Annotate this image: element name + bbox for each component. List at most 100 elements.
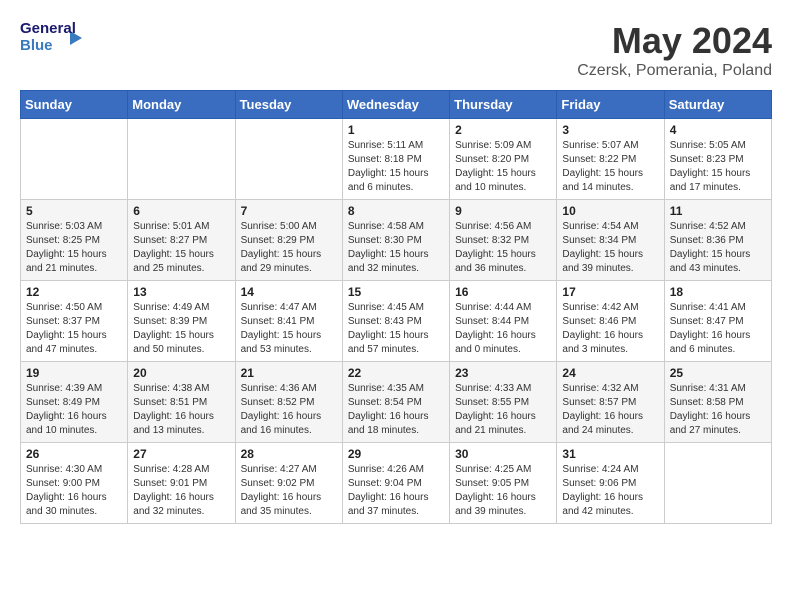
day-info: Sunrise: 4:50 AM Sunset: 8:37 PM Dayligh…	[26, 301, 122, 357]
day-info: Sunrise: 5:03 AM Sunset: 8:25 PM Dayligh…	[26, 220, 122, 276]
day-number: 27	[133, 447, 229, 461]
day-info: Sunrise: 5:07 AM Sunset: 8:22 PM Dayligh…	[562, 139, 658, 195]
day-info: Sunrise: 4:31 AM Sunset: 8:58 PM Dayligh…	[670, 382, 766, 438]
day-cell: 2 Sunrise: 5:09 AM Sunset: 8:20 PM Daylig…	[450, 119, 557, 200]
day-info: Sunrise: 4:35 AM Sunset: 8:54 PM Dayligh…	[348, 382, 444, 438]
day-number: 7	[241, 204, 337, 218]
day-number: 18	[670, 285, 766, 299]
day-number: 15	[348, 285, 444, 299]
day-number: 13	[133, 285, 229, 299]
day-number: 30	[455, 447, 551, 461]
day-cell: 5Sunrise: 5:03 AM Sunset: 8:25 PM Daylig…	[21, 200, 128, 281]
day-cell: 9 Sunrise: 4:56 AM Sunset: 8:32 PM Daylig…	[450, 200, 557, 281]
day-info: Sunrise: 5:01 AM Sunset: 8:27 PM Dayligh…	[133, 220, 229, 276]
day-cell: 10 Sunrise: 4:54 AM Sunset: 8:34 PM Dayli…	[557, 200, 664, 281]
day-number: 20	[133, 366, 229, 380]
day-info: Sunrise: 4:45 AM Sunset: 8:43 PM Dayligh…	[348, 301, 444, 357]
day-cell: 6 Sunrise: 5:01 AM Sunset: 8:27 PM Daylig…	[128, 200, 235, 281]
day-number: 6	[133, 204, 229, 218]
day-cell: 29 Sunrise: 4:26 AM Sunset: 9:04 PM Dayli…	[342, 443, 449, 524]
day-info: Sunrise: 4:27 AM Sunset: 9:02 PM Dayligh…	[241, 463, 337, 519]
day-number: 14	[241, 285, 337, 299]
day-info: Sunrise: 4:33 AM Sunset: 8:55 PM Dayligh…	[455, 382, 551, 438]
day-number: 1	[348, 123, 444, 137]
logo: General Blue	[20, 20, 84, 56]
day-header-saturday: Saturday	[664, 91, 771, 119]
day-info: Sunrise: 4:39 AM Sunset: 8:49 PM Dayligh…	[26, 382, 122, 438]
day-cell: 28 Sunrise: 4:27 AM Sunset: 9:02 PM Dayli…	[235, 443, 342, 524]
day-cell: 23 Sunrise: 4:33 AM Sunset: 8:55 PM Dayli…	[450, 362, 557, 443]
day-cell: 24Sunrise: 4:32 AM Sunset: 8:57 PM Dayli…	[557, 362, 664, 443]
day-info: Sunrise: 4:44 AM Sunset: 8:44 PM Dayligh…	[455, 301, 551, 357]
day-cell: 15 Sunrise: 4:45 AM Sunset: 8:43 PM Dayli…	[342, 281, 449, 362]
day-number: 11	[670, 204, 766, 218]
day-cell: 19 Sunrise: 4:39 AM Sunset: 8:49 PM Dayli…	[21, 362, 128, 443]
day-cell: 3 Sunrise: 5:07 AM Sunset: 8:22 PM Daylig…	[557, 119, 664, 200]
day-info: Sunrise: 4:52 AM Sunset: 8:36 PM Dayligh…	[670, 220, 766, 276]
day-number: 12	[26, 285, 122, 299]
day-cell: 17 Sunrise: 4:42 AM Sunset: 8:46 PM Dayli…	[557, 281, 664, 362]
day-cell: 7 Sunrise: 5:00 AM Sunset: 8:29 PM Daylig…	[235, 200, 342, 281]
day-info: Sunrise: 4:26 AM Sunset: 9:04 PM Dayligh…	[348, 463, 444, 519]
day-cell: 26 Sunrise: 4:30 AM Sunset: 9:00 PM Dayli…	[21, 443, 128, 524]
header: General Blue May 2024 Czersk, Pomerania,…	[20, 20, 772, 80]
day-header-monday: Monday	[128, 91, 235, 119]
day-cell: 18Sunrise: 4:41 AM Sunset: 8:47 PM Dayli…	[664, 281, 771, 362]
day-number: 8	[348, 204, 444, 218]
day-number: 9	[455, 204, 551, 218]
day-cell: 27 Sunrise: 4:28 AM Sunset: 9:01 PM Dayli…	[128, 443, 235, 524]
logo-text-blue: Blue	[20, 37, 64, 54]
day-info: Sunrise: 4:56 AM Sunset: 8:32 PM Dayligh…	[455, 220, 551, 276]
day-number: 26	[26, 447, 122, 461]
day-number: 2	[455, 123, 551, 137]
day-cell	[235, 119, 342, 200]
day-number: 16	[455, 285, 551, 299]
day-cell: 8 Sunrise: 4:58 AM Sunset: 8:30 PM Daylig…	[342, 200, 449, 281]
day-info: Sunrise: 4:28 AM Sunset: 9:01 PM Dayligh…	[133, 463, 229, 519]
day-cell: 12 Sunrise: 4:50 AM Sunset: 8:37 PM Dayli…	[21, 281, 128, 362]
day-number: 29	[348, 447, 444, 461]
day-info: Sunrise: 4:32 AM Sunset: 8:57 PM Dayligh…	[562, 382, 658, 438]
logo-text-general: General	[20, 20, 64, 37]
day-number: 4	[670, 123, 766, 137]
day-header-thursday: Thursday	[450, 91, 557, 119]
day-info: Sunrise: 5:09 AM Sunset: 8:20 PM Dayligh…	[455, 139, 551, 195]
day-info: Sunrise: 5:11 AM Sunset: 8:18 PM Dayligh…	[348, 139, 444, 195]
day-number: 23	[455, 366, 551, 380]
logo-graphic: General Blue	[20, 20, 64, 56]
day-info: Sunrise: 4:42 AM Sunset: 8:46 PM Dayligh…	[562, 301, 658, 357]
day-cell: 31Sunrise: 4:24 AM Sunset: 9:06 PM Dayli…	[557, 443, 664, 524]
week-row-3: 19 Sunrise: 4:39 AM Sunset: 8:49 PM Dayli…	[21, 362, 772, 443]
day-number: 3	[562, 123, 658, 137]
day-info: Sunrise: 5:05 AM Sunset: 8:23 PM Dayligh…	[670, 139, 766, 195]
day-cell: 13Sunrise: 4:49 AM Sunset: 8:39 PM Dayli…	[128, 281, 235, 362]
day-cell: 21 Sunrise: 4:36 AM Sunset: 8:52 PM Dayli…	[235, 362, 342, 443]
day-cell: 22 Sunrise: 4:35 AM Sunset: 8:54 PM Dayli…	[342, 362, 449, 443]
day-number: 17	[562, 285, 658, 299]
day-number: 10	[562, 204, 658, 218]
day-cell	[21, 119, 128, 200]
location-title: Czersk, Pomerania, Poland	[577, 62, 772, 80]
day-info: Sunrise: 4:36 AM Sunset: 8:52 PM Dayligh…	[241, 382, 337, 438]
week-row-0: 1 Sunrise: 5:11 AM Sunset: 8:18 PM Daylig…	[21, 119, 772, 200]
day-cell: 16 Sunrise: 4:44 AM Sunset: 8:44 PM Dayli…	[450, 281, 557, 362]
day-number: 28	[241, 447, 337, 461]
day-info: Sunrise: 4:58 AM Sunset: 8:30 PM Dayligh…	[348, 220, 444, 276]
day-cell: 11 Sunrise: 4:52 AM Sunset: 8:36 PM Dayli…	[664, 200, 771, 281]
day-info: Sunrise: 4:38 AM Sunset: 8:51 PM Dayligh…	[133, 382, 229, 438]
day-number: 25	[670, 366, 766, 380]
day-number: 21	[241, 366, 337, 380]
calendar: SundayMondayTuesdayWednesdayThursdayFrid…	[20, 90, 772, 524]
day-cell: 25 Sunrise: 4:31 AM Sunset: 8:58 PM Dayli…	[664, 362, 771, 443]
day-number: 19	[26, 366, 122, 380]
day-info: Sunrise: 4:24 AM Sunset: 9:06 PM Dayligh…	[562, 463, 658, 519]
day-info: Sunrise: 5:00 AM Sunset: 8:29 PM Dayligh…	[241, 220, 337, 276]
day-info: Sunrise: 4:54 AM Sunset: 8:34 PM Dayligh…	[562, 220, 658, 276]
title-area: May 2024 Czersk, Pomerania, Poland	[577, 20, 772, 80]
day-header-tuesday: Tuesday	[235, 91, 342, 119]
week-row-2: 12 Sunrise: 4:50 AM Sunset: 8:37 PM Dayli…	[21, 281, 772, 362]
day-number: 22	[348, 366, 444, 380]
week-row-1: 5Sunrise: 5:03 AM Sunset: 8:25 PM Daylig…	[21, 200, 772, 281]
day-info: Sunrise: 4:30 AM Sunset: 9:00 PM Dayligh…	[26, 463, 122, 519]
week-row-4: 26 Sunrise: 4:30 AM Sunset: 9:00 PM Dayli…	[21, 443, 772, 524]
